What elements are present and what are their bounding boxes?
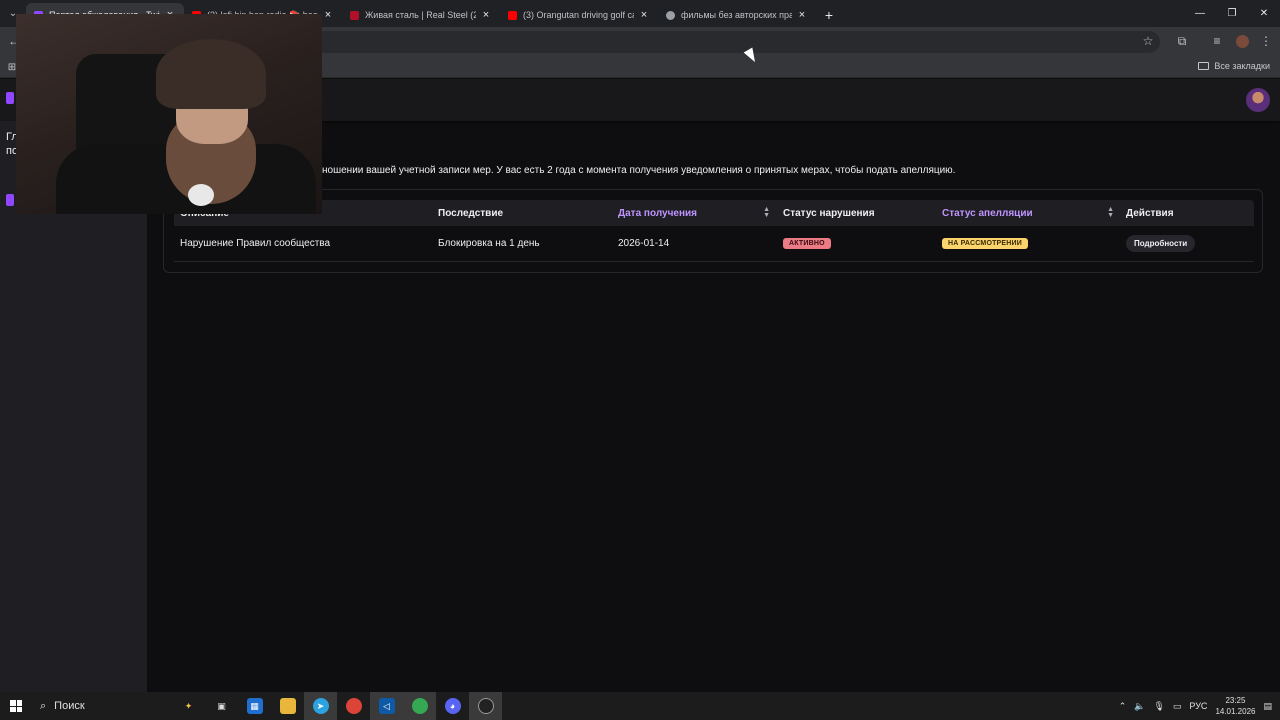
system-tray: ⌃ 🔈 🎙 ▭ РУС 23:25 14.01.2026 ▤ — [1119, 692, 1280, 720]
obs-app[interactable] — [469, 692, 502, 720]
bookmark-star-icon[interactable]: ☆ — [1140, 33, 1156, 49]
volume-icon[interactable]: 🔈 — [1134, 701, 1145, 712]
details-button[interactable]: Подробности — [1126, 235, 1196, 252]
maximize-icon[interactable]: ❐ — [1216, 0, 1248, 27]
cell-actions: Подробности — [1126, 226, 1196, 261]
chevron-up-icon[interactable]: ⌃ — [1119, 701, 1127, 712]
clock-date: 14.01.2026 — [1215, 707, 1256, 716]
cam-person-hat — [156, 39, 266, 109]
close-window-icon[interactable]: ✕ — [1248, 0, 1280, 27]
window-controls: — ❐ ✕ — [1184, 0, 1280, 27]
cell-violation-status: АКТИВНО — [783, 226, 831, 261]
tab-title: (3) Orangutan driving golf cart — [523, 10, 634, 20]
header-actions: Действия — [1126, 207, 1174, 219]
header-consequence: Последствие — [438, 207, 504, 219]
table-header: Описание Последствие Дата получения ▲▼ С… — [174, 200, 1254, 226]
discord-app[interactable]: ◕ — [436, 692, 469, 720]
appeal-intro-text: ношении вашей учетной записи мер. У вас … — [322, 165, 956, 176]
store-app[interactable]: ▦ — [238, 692, 271, 720]
cell-description: Нарушение Правил сообщества — [180, 238, 331, 249]
profile-icon[interactable] — [1234, 33, 1250, 49]
avatar[interactable] — [1246, 88, 1270, 112]
close-icon[interactable]: × — [796, 9, 808, 21]
header-violation-status: Статус нарушения — [783, 207, 875, 219]
extensions-icon[interactable]: ⧉ — [1174, 33, 1190, 49]
cell-consequence: Блокировка на 1 день — [438, 238, 540, 249]
header-appeal-status-sort[interactable]: Статус апелляции ▲ ▼ — [942, 200, 1114, 226]
close-icon[interactable]: × — [638, 9, 650, 21]
search-icon: ⌕ — [40, 699, 47, 712]
sidebar-active-indicator — [6, 194, 14, 206]
folder-icon — [1198, 62, 1210, 70]
enforcement-table: Описание Последствие Дата получения ▲▼ С… — [174, 200, 1254, 262]
microphone-icon[interactable]: 🎙 — [1153, 701, 1164, 712]
header-date-sort[interactable]: Дата получения ▲ ▼ — [618, 200, 770, 226]
header-appeal-label: Статус апелляции — [942, 207, 1033, 219]
new-tab-button[interactable]: + — [816, 3, 842, 27]
status-badge-active: АКТИВНО — [783, 238, 831, 249]
header-date-label: Дата получения — [618, 207, 697, 219]
tab-films[interactable]: фильмы без авторских прав - G × — [658, 3, 816, 27]
all-bookmarks[interactable]: Все закладки — [1198, 61, 1270, 71]
close-icon[interactable]: × — [322, 9, 334, 21]
sort-icon: ▲ ▼ — [1107, 206, 1114, 219]
chrome-app-active[interactable] — [403, 692, 436, 720]
globe-icon — [666, 10, 675, 20]
explorer-app[interactable] — [271, 692, 304, 720]
sort-icon: ▲ ▼ — [763, 206, 770, 219]
menu-icon[interactable]: ⋮ — [1258, 33, 1274, 49]
windows-icon — [10, 700, 22, 712]
search-label: Поиск — [54, 700, 85, 712]
telegram-app[interactable]: ➤ — [304, 692, 337, 720]
kinopoisk-icon — [350, 10, 359, 20]
cell-date: 2026-01-14 — [618, 238, 670, 249]
taskbar-search[interactable]: ⌕ Поиск — [32, 700, 172, 713]
cell-appeal-status: НА РАССМОТРЕНИИ — [942, 226, 1029, 261]
all-bookmarks-label: Все закладки — [1214, 61, 1270, 71]
youtube-icon — [508, 10, 517, 20]
clock-time: 23:25 — [1225, 696, 1246, 705]
tab-real-steel[interactable]: Живая сталь | Real Steel (2011) × — [342, 3, 500, 27]
close-icon[interactable]: × — [480, 9, 492, 21]
clock[interactable]: 23:25 14.01.2026 — [1215, 695, 1255, 717]
status-badge-review: НА РАССМОТРЕНИИ — [942, 238, 1029, 249]
vscode-app[interactable]: ◁ — [370, 692, 403, 720]
tab-orangutan[interactable]: (3) Orangutan driving golf cart × — [500, 3, 658, 27]
network-icon[interactable]: ▭ — [1173, 701, 1182, 712]
copilot-app[interactable]: ✦ — [172, 692, 205, 720]
task-view-app[interactable]: ▣ — [205, 692, 238, 720]
start-button[interactable] — [0, 692, 32, 720]
tab-title: фильмы без авторских прав - G — [681, 10, 792, 20]
minimize-icon[interactable]: — — [1184, 0, 1216, 27]
webcam-overlay — [16, 14, 322, 214]
table-row: Нарушение Правил сообщества Блокировка н… — [174, 226, 1254, 262]
enforcement-table-card: Описание Последствие Дата получения ▲▼ С… — [163, 189, 1263, 273]
cam-microphone — [188, 184, 214, 206]
twitch-logo-icon[interactable] — [6, 92, 14, 104]
tab-title: Живая сталь | Real Steel (2011) — [365, 10, 476, 20]
windows-taskbar: ⌕ Поиск ✦ ▣ ▦ ➤ ◁ ◕ ⌃ 🔈 🎙 ▭ РУС 23:25 14… — [0, 692, 1280, 720]
media-controls-icon[interactable]: ≡ — [1209, 33, 1225, 49]
chrome-app[interactable] — [337, 692, 370, 720]
language-indicator[interactable]: РУС — [1189, 701, 1207, 711]
notifications-icon[interactable]: ▤ — [1263, 701, 1272, 712]
